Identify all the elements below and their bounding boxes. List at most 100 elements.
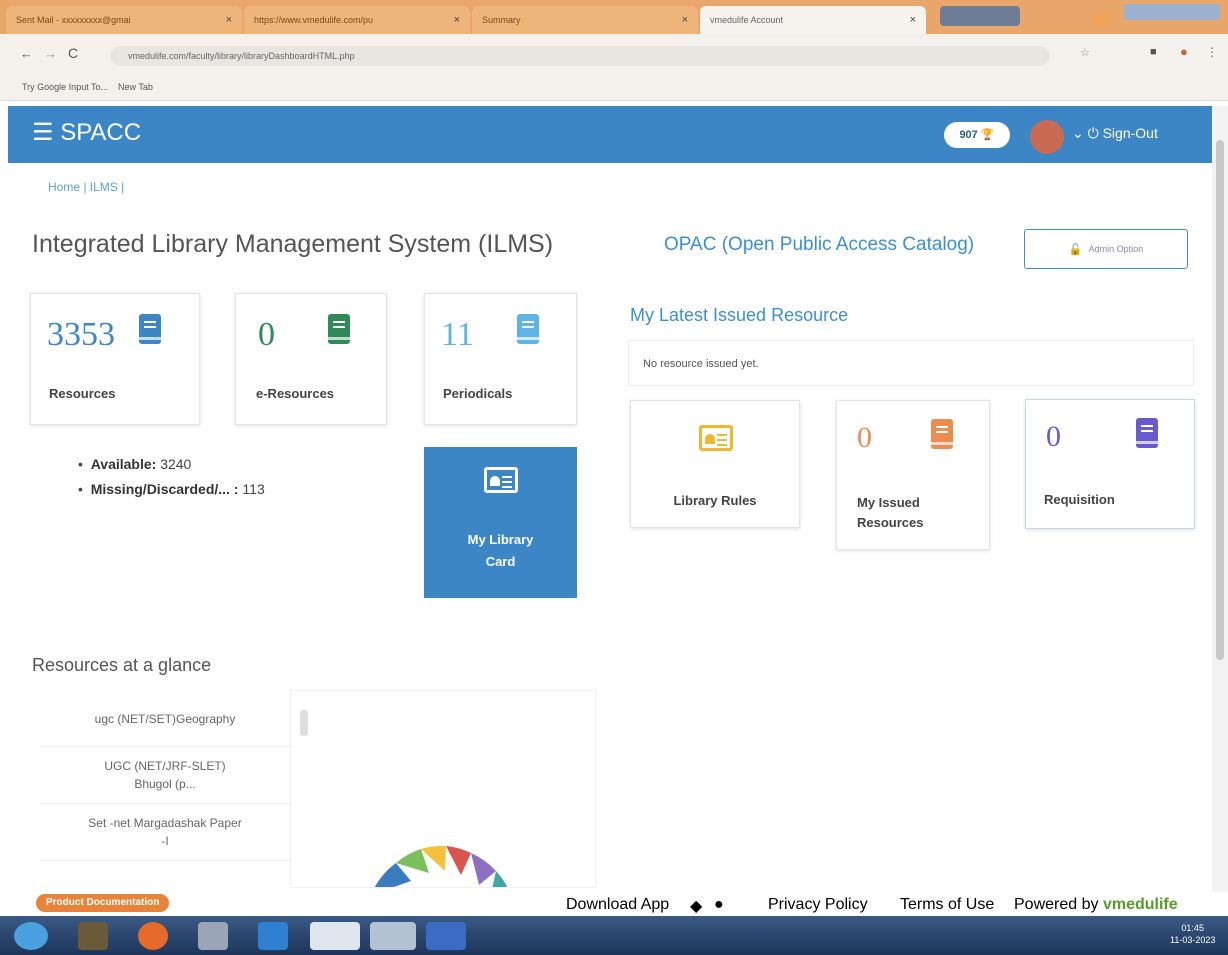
missing-value: 113 (242, 481, 265, 497)
reload-icon[interactable]: C (68, 45, 78, 61)
profile-icon[interactable]: ● (1180, 44, 1188, 59)
latest-issued-box: No resource issued yet. (628, 340, 1194, 386)
close-icon[interactable]: × (682, 14, 688, 26)
vmedulife-brand[interactable]: vmedulife (1103, 896, 1178, 913)
bookmark-item[interactable]: Try Google Input To... (22, 82, 108, 92)
trophy-icon: 🏆 (980, 129, 995, 141)
apple-icon[interactable]: ● (714, 896, 724, 914)
available-label: Available: (90, 456, 157, 472)
my-issued-label-line: Resources (857, 515, 924, 530)
availability-list: • Available: 3240 • Missing/Discarded/..… (78, 452, 265, 502)
library-rules-label: Library Rules (673, 493, 757, 508)
system-tray[interactable] (1000, 928, 1160, 948)
my-issued-resources-card[interactable]: 0 My Issued Resources (836, 400, 990, 550)
glance-chart-panel (290, 690, 596, 903)
admin-option-button[interactable]: 🔓 Admin Option (1024, 229, 1188, 269)
glance-list[interactable]: ugc (NET/SET)Geography UGC (NET/JRF-SLET… (40, 692, 310, 888)
folder-icon[interactable] (370, 922, 416, 950)
signout-label: Sign-Out (1102, 125, 1158, 141)
list-item[interactable]: UGC (NET/JRF-SLET) Bhugol (p... (40, 747, 290, 804)
list-item-label: Set -net Margadashak Paper (88, 816, 242, 830)
eresources-card[interactable]: 0 e-Resources (235, 293, 387, 425)
firefox-icon[interactable] (138, 922, 168, 950)
tab-label: Summary (482, 15, 521, 25)
android-icon[interactable]: ◆ (690, 896, 702, 916)
powered-by-text: Powered by (1014, 896, 1099, 913)
page-scrollbar-thumb[interactable] (1216, 140, 1224, 660)
available-row: • Available: 3240 (78, 456, 192, 472)
missing-row: • Missing/Discarded/... : 113 (78, 481, 265, 497)
close-icon[interactable]: × (226, 14, 232, 26)
back-icon[interactable]: ← (20, 46, 33, 61)
clock[interactable]: 01:45 11-03-2023 (1170, 922, 1215, 946)
opac-link[interactable]: OPAC (Open Public Access Catalog) (664, 234, 974, 256)
breadcrumb[interactable]: Home | ILMS | (48, 180, 124, 194)
powered-by-label: Powered by vmedulife (1014, 896, 1178, 914)
profile-menu-icon[interactable] (1092, 10, 1114, 28)
book-icon (328, 314, 350, 344)
resources-count: 3353 (47, 316, 115, 353)
page-title: Integrated Library Management System (IL… (32, 230, 554, 258)
media-icon[interactable] (78, 922, 108, 950)
eresources-count: 0 (258, 316, 275, 353)
library-rules-card[interactable]: Library Rules (630, 400, 800, 528)
book-icon (139, 314, 161, 344)
privacy-policy-link[interactable]: Privacy Policy (768, 896, 868, 914)
chart-segment (446, 846, 471, 875)
my-library-card-label: My Library (467, 532, 534, 547)
chevron-down-icon[interactable]: ⌄ (1072, 125, 1084, 141)
tab-label: https://www.vmedulife.com/pu (254, 15, 374, 25)
resources-card[interactable]: 3353 Resources (30, 293, 200, 425)
terms-link[interactable]: Terms of Use (900, 896, 994, 914)
start-icon[interactable] (14, 922, 48, 950)
clock-time: 01:45 (1181, 923, 1204, 933)
power-icon: ⏻ (1087, 125, 1099, 141)
avatar[interactable] (1030, 120, 1064, 154)
resources-label: Resources (49, 386, 116, 401)
tab-label: vmedulife Account (710, 15, 784, 25)
list-item-label: UGC (NET/JRF-SLET) (104, 759, 226, 773)
requisition-label: Requisition (1044, 492, 1115, 507)
url-input[interactable]: vmedulife.com/faculty/library/libraryDas… (110, 46, 1050, 66)
hamburger-menu-icon[interactable]: ☰ (32, 119, 54, 146)
close-icon[interactable]: × (454, 14, 460, 26)
app-brand[interactable]: ☰ SPACC (32, 118, 141, 147)
browser-menu-icon[interactable]: ⋮ (1206, 45, 1218, 59)
signout-link[interactable]: ⌄ ⏻ Sign-Out (1072, 125, 1158, 142)
clock-date: 11-03-2023 (1170, 935, 1216, 945)
list-item-label: ugc (NET/SET)Geography (94, 712, 236, 726)
browser-tab-active[interactable]: vmedulife Account × (700, 6, 926, 34)
bookmark-item[interactable]: New Tab (118, 82, 153, 92)
browser-tab[interactable]: Summary × (472, 6, 698, 34)
points-badge[interactable]: 907 🏆 (944, 122, 1010, 148)
star-icon[interactable]: ☆ (1080, 46, 1090, 59)
extensions-icon[interactable]: ■ (1150, 46, 1157, 58)
chrome-icon[interactable] (310, 922, 360, 950)
list-item-label: -I (161, 834, 169, 848)
close-icon[interactable]: × (910, 14, 916, 26)
browser-tab[interactable]: Sent Mail - xxxxxxxxx@gmai × (6, 6, 242, 34)
download-app-label: Download App (566, 896, 670, 913)
book-icon (517, 314, 539, 344)
requisition-card[interactable]: 0 Requisition (1025, 399, 1195, 529)
glance-scrollbar[interactable] (300, 710, 308, 736)
issued-count: 0 (857, 421, 872, 454)
list-item[interactable]: ugc (NET/SET)Geography (40, 692, 290, 747)
glance-chart (371, 845, 511, 903)
my-library-card-button[interactable]: My Library Card (424, 447, 577, 598)
available-value: 3240 (160, 456, 192, 472)
list-item[interactable]: Set -net Margadashak Paper -I (40, 804, 290, 861)
periodicals-card[interactable]: 11 Periodicals (424, 293, 577, 425)
periodicals-label: Periodicals (443, 386, 513, 401)
product-documentation-button[interactable]: Product Documentation (36, 894, 170, 912)
edge-icon[interactable] (258, 922, 288, 950)
admin-option-label: Admin Option (1088, 244, 1144, 254)
eresources-label: e-Resources (256, 386, 335, 401)
missing-label: Missing/Discarded/... : (90, 481, 239, 497)
browser-tab[interactable]: https://www.vmedulife.com/pu × (244, 6, 470, 34)
window-controls[interactable] (1124, 4, 1220, 20)
printer-icon[interactable] (198, 922, 228, 950)
periodicals-count: 11 (441, 316, 474, 353)
word-icon[interactable] (426, 922, 466, 950)
forward-icon[interactable]: → (44, 46, 57, 61)
